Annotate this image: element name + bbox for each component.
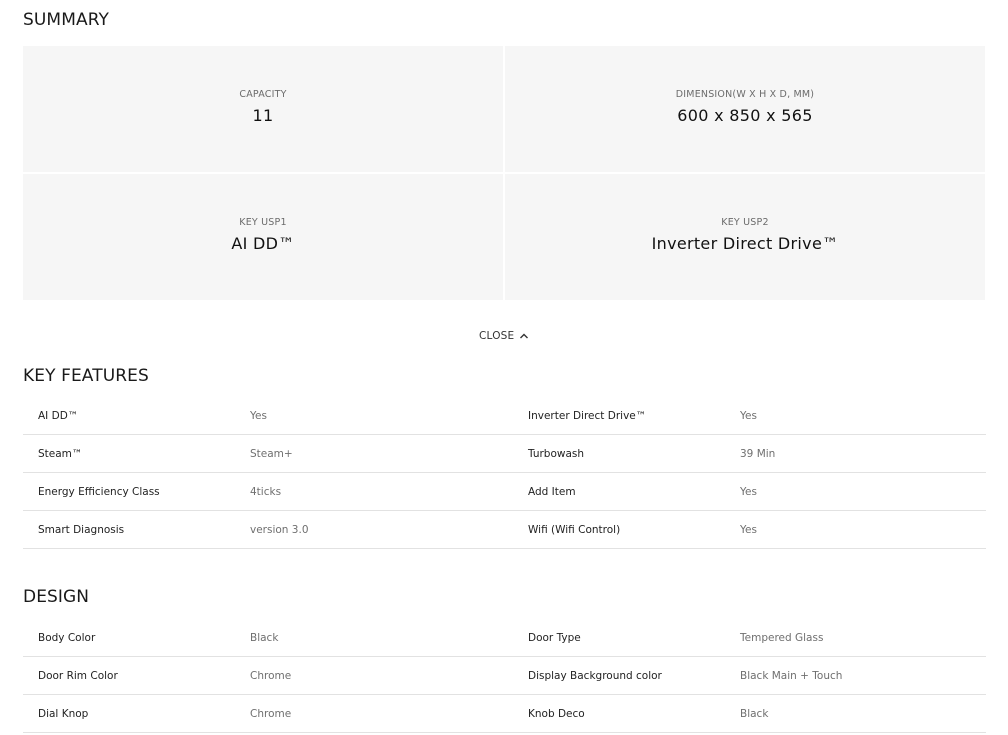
key-features-table: AI DD™ Yes Inverter Direct Drive™ Yes St… — [23, 397, 986, 549]
spec-key: Display Background color — [528, 669, 662, 682]
summary-label: KEY USP2 — [721, 217, 769, 228]
design-title: DESIGN — [23, 587, 90, 607]
spec-key: Wifi (Wifi Control) — [528, 523, 621, 536]
summary-label: DIMENSION(W X H X D, MM) — [675, 89, 815, 100]
spec-value: Yes — [250, 409, 267, 422]
table-row: Body Color Black Door Type Tempered Glas… — [23, 619, 986, 657]
spec-key: AI DD™ — [38, 409, 79, 422]
spec-value: Steam+ — [250, 447, 293, 460]
spec-value: 39 Min — [740, 447, 776, 460]
summary-cell-key-usp2: KEY USP2 Inverter Direct Drive™ — [505, 174, 985, 300]
summary-value: Inverter Direct Drive™ — [651, 234, 839, 253]
spec-key: Dial Knop — [38, 707, 89, 720]
summary-label: KEY USP1 — [239, 217, 287, 228]
spec-value: Black — [250, 631, 279, 644]
summary-label: CAPACITY — [239, 89, 287, 100]
summary-cell-dimension: DIMENSION(W X H X D, MM) 600 x 850 x 565 — [505, 46, 985, 172]
spec-value: Black Main + Touch — [740, 669, 843, 682]
table-row: Energy Efficiency Class 4ticks Add Item … — [23, 473, 986, 511]
spec-key: Steam™ — [38, 447, 83, 460]
summary-value: 11 — [252, 106, 274, 125]
spec-value: Tempered Glass — [740, 631, 824, 644]
summary-value: 600 x 850 x 565 — [677, 106, 813, 125]
spec-key: Body Color — [38, 631, 96, 644]
spec-key: Door Rim Color — [38, 669, 118, 682]
table-row: Door Rim Color Chrome Display Background… — [23, 657, 986, 695]
spec-value: 4ticks — [250, 485, 282, 498]
spec-key: Add Item — [528, 485, 576, 498]
spec-value: Yes — [740, 409, 757, 422]
key-features-title: KEY FEATURES — [23, 366, 149, 386]
spec-key: Door Type — [528, 631, 581, 644]
spec-value: Yes — [740, 523, 757, 536]
spec-value: Yes — [740, 485, 757, 498]
table-row: AI DD™ Yes Inverter Direct Drive™ Yes — [23, 397, 986, 435]
table-row: Steam™ Steam+ Turbowash 39 Min — [23, 435, 986, 473]
spec-value: Black — [740, 707, 769, 720]
summary-value: AI DD™ — [231, 234, 295, 253]
table-row: Dial Knop Chrome Knob Deco Black — [23, 695, 986, 733]
spec-key: Turbowash — [528, 447, 585, 460]
spec-key: Smart Diagnosis — [38, 523, 125, 536]
spec-key: Inverter Direct Drive™ — [528, 409, 647, 422]
spec-value: Chrome — [250, 707, 292, 720]
summary-title: SUMMARY — [23, 10, 110, 30]
spec-value: Chrome — [250, 669, 292, 682]
summary-grid: CAPACITY 11 DIMENSION(W X H X D, MM) 600… — [23, 46, 985, 301]
table-row: Smart Diagnosis version 3.0 Wifi (Wifi C… — [23, 511, 986, 549]
close-label: CLOSE — [479, 330, 515, 342]
spec-value: version 3.0 — [250, 523, 309, 536]
spec-key: Energy Efficiency Class — [38, 485, 160, 498]
close-button[interactable]: CLOSE — [479, 328, 530, 344]
chevron-up-icon — [520, 333, 529, 339]
summary-cell-key-usp1: KEY USP1 AI DD™ — [23, 174, 503, 300]
summary-cell-capacity: CAPACITY 11 — [23, 46, 503, 172]
design-table: Body Color Black Door Type Tempered Glas… — [23, 619, 986, 733]
spec-key: Knob Deco — [528, 707, 585, 720]
